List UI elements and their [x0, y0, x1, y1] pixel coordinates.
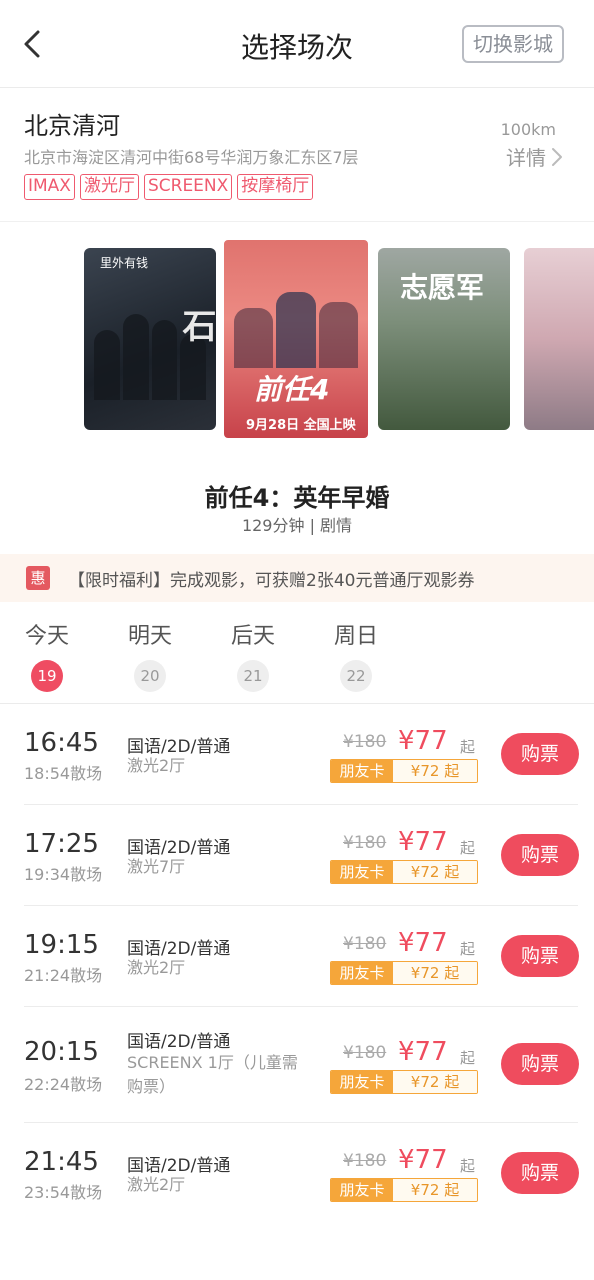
showtime-row[interactable]: 19:15 21:24散场 国语/2D/普通 激光2厅 ¥180 ¥77 起 朋…: [0, 906, 594, 1007]
price-from-suffix: 起: [460, 1049, 476, 1067]
start-time: 19:15: [24, 930, 99, 960]
card-label: 朋友卡: [331, 1179, 393, 1201]
end-time: 19:34散场: [24, 865, 103, 884]
card-label: 朋友卡: [331, 861, 393, 883]
start-time: 17:25: [24, 829, 99, 859]
original-price: ¥180: [343, 934, 387, 954]
price: ¥77: [398, 1037, 448, 1067]
price: ¥77: [398, 827, 448, 857]
date-label: 今天: [24, 624, 69, 649]
date-number: 20: [134, 660, 166, 692]
movie-title: 前任4：英年早婚: [204, 484, 390, 512]
hall-name: 激光2厅: [127, 958, 186, 977]
tag-massage-chair: 按摩椅厅: [237, 174, 314, 200]
date-label: 明天: [127, 624, 172, 649]
show-format: 国语/2D/普通: [127, 1032, 231, 1052]
hall-name: SCREENX 1厅（儿童需购票）: [127, 1053, 298, 1096]
poster-movie-3[interactable]: 志愿军: [378, 248, 510, 430]
price-from-suffix: 起: [460, 1157, 476, 1175]
poster-2-date: 9月28日 全国上映: [246, 418, 356, 433]
top-bar: 选择场次 切换影城: [0, 0, 594, 88]
card-price: ¥72 起: [393, 1071, 477, 1093]
hall-name: 激光2厅: [127, 756, 186, 775]
original-price: ¥180: [343, 1043, 387, 1063]
buy-ticket-button[interactable]: 购票: [501, 935, 579, 977]
card-label: 朋友卡: [331, 962, 393, 984]
price-from-suffix: 起: [460, 738, 476, 756]
price-from-suffix: 起: [460, 839, 476, 857]
friend-card-price: 朋友卡 ¥72 起: [330, 860, 478, 884]
switch-cinema-button[interactable]: 切换影城: [462, 25, 564, 63]
showtime-row[interactable]: 17:25 19:34散场 国语/2D/普通 激光7厅 ¥180 ¥77 起 朋…: [0, 805, 594, 906]
date-number: 19: [31, 660, 63, 692]
start-time: 21:45: [24, 1147, 99, 1177]
original-price: ¥180: [343, 1151, 387, 1171]
poster-2-figures: [234, 288, 358, 368]
showtime-row[interactable]: 16:45 18:54散场 国语/2D/普通 激光2厅 ¥180 ¥77 起 朋…: [0, 704, 594, 805]
end-time: 18:54散场: [24, 764, 103, 783]
card-label: 朋友卡: [331, 1071, 393, 1093]
buy-ticket-button[interactable]: 购票: [501, 733, 579, 775]
promo-badge: 惠: [26, 566, 50, 590]
date-tabs: 今天 19 明天 20 后天 21 周日 22: [0, 602, 594, 704]
friend-card-price: 朋友卡 ¥72 起: [330, 961, 478, 985]
promo-text: 【限时福利】完成观影，可获赠2张40元普通厅观影券: [68, 570, 475, 591]
original-price: ¥180: [343, 833, 387, 853]
chevron-right-icon: [552, 147, 562, 166]
tab-date-day-after[interactable]: 后天 21: [223, 618, 283, 692]
cinema-distance: 100km: [500, 120, 556, 139]
buy-ticket-button[interactable]: 购票: [501, 1043, 579, 1085]
poster-movie-1[interactable]: 里外有钱 坚如磐石: [84, 248, 216, 430]
tab-date-sunday[interactable]: 周日 22: [326, 618, 386, 692]
start-time: 16:45: [24, 728, 99, 758]
card-label: 朋友卡: [331, 760, 393, 782]
price: ¥77: [398, 928, 448, 958]
cinema-info[interactable]: 北京清河 北京市海淀区清河中街68号华润万象汇东区7层 100km 详情 IMA…: [0, 88, 594, 222]
tab-date-tomorrow[interactable]: 明天 20: [120, 618, 180, 692]
showtime-row[interactable]: 20:15 22:24散场 国语/2D/普通 SCREENX 1厅（儿童需购票）…: [0, 1007, 594, 1123]
friend-card-price: 朋友卡 ¥72 起: [330, 1070, 478, 1094]
tag-laser: 激光厅: [79, 174, 139, 200]
date-number: 22: [340, 660, 372, 692]
friend-card-price: 朋友卡 ¥72 起: [330, 759, 478, 783]
movie-meta: 129分钟 | 剧情: [241, 516, 353, 535]
card-price: ¥72 起: [393, 861, 477, 883]
poster-3-title: 志愿军: [400, 271, 485, 304]
cinema-name: 北京清河: [24, 112, 120, 140]
promo-banner[interactable]: 惠 【限时福利】完成观影，可获赠2张40元普通厅观影券: [0, 554, 594, 602]
price: ¥77: [398, 1145, 448, 1175]
original-price: ¥180: [343, 732, 387, 752]
poster-movie-4[interactable]: [524, 248, 594, 430]
card-price: ¥72 起: [393, 760, 477, 782]
date-number: 21: [237, 660, 269, 692]
end-time: 21:24散场: [24, 966, 103, 985]
price-from-suffix: 起: [460, 940, 476, 958]
poster-movie-selected[interactable]: 前任4 9月28日 全国上映: [222, 238, 370, 440]
tab-date-today[interactable]: 今天 19: [17, 618, 77, 692]
date-label: 后天: [230, 624, 275, 649]
poster-2-title: 前任4: [254, 373, 330, 406]
end-time: 23:54散场: [24, 1183, 103, 1202]
start-time: 20:15: [24, 1037, 99, 1067]
price: ¥77: [398, 726, 448, 756]
buy-ticket-button[interactable]: 购票: [501, 1152, 579, 1194]
hall-name: 激光7厅: [127, 857, 186, 876]
poster-1-title: 坚如磐石: [176, 308, 216, 342]
cinema-address: 北京市海淀区清河中街68号华润万象汇东区7层: [24, 148, 359, 167]
buy-ticket-button[interactable]: 购票: [501, 834, 579, 876]
card-price: ¥72 起: [393, 1179, 477, 1201]
cinema-tags: IMAX 激光厅 SCREENX 按摩椅厅: [24, 174, 314, 200]
movie-poster-carousel[interactable]: 里外有钱 坚如磐石 前任4 9月28日 全国上映 志愿军: [0, 222, 594, 452]
hall-name: 激光2厅: [127, 1175, 186, 1194]
detail-label: 详情: [506, 146, 546, 170]
card-price: ¥72 起: [393, 962, 477, 984]
date-label: 周日: [333, 624, 378, 649]
tag-screenx: SCREENX: [143, 174, 233, 200]
friend-card-price: 朋友卡 ¥72 起: [330, 1178, 478, 1202]
showtime-row[interactable]: 21:45 23:54散场 国语/2D/普通 激光2厅 ¥180 ¥77 起 朋…: [0, 1123, 594, 1224]
cinema-detail-link[interactable]: 详情: [506, 142, 564, 171]
end-time: 22:24散场: [24, 1075, 103, 1094]
poster-1-tagline: 里外有钱: [100, 256, 149, 270]
tag-imax: IMAX: [24, 174, 75, 200]
